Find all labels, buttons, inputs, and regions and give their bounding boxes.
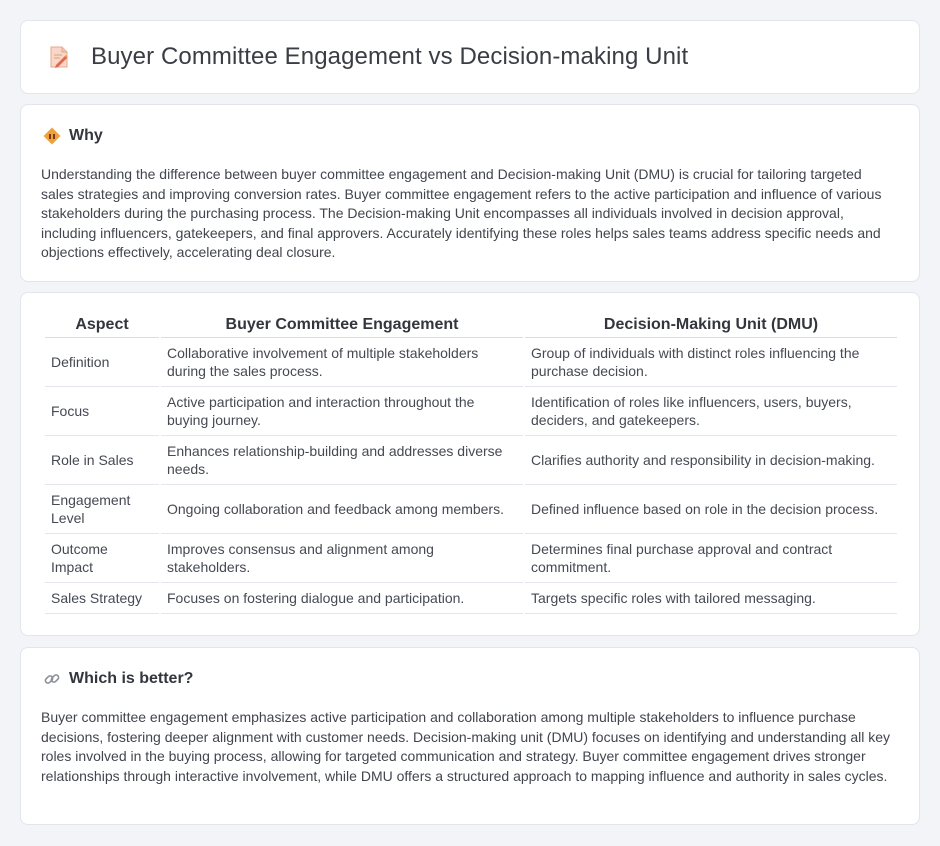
why-heading-row: Why <box>43 127 103 145</box>
table-row: Focus Active participation and interacti… <box>45 387 897 436</box>
table-cell: Outcome Impact <box>45 534 159 583</box>
table-row: Sales Strategy Focuses on fostering dial… <box>45 583 897 614</box>
table-row: Definition Collaborative involvement of … <box>45 338 897 387</box>
table-cell: Defined influence based on role in the d… <box>525 485 897 534</box>
table-cell: Engagement Level <box>45 485 159 534</box>
comparison-table: Aspect Buyer Committee Engagement Decisi… <box>43 315 899 614</box>
table-cell: Group of individuals with distinct roles… <box>525 338 897 387</box>
header-buyer-committee: Buyer Committee Engagement <box>161 315 523 338</box>
table-cell: Determines final purchase approval and c… <box>525 534 897 583</box>
table-cell: Role in Sales <box>45 436 159 485</box>
why-section: Why Understanding the difference between… <box>20 104 920 282</box>
table-cell: Active participation and interaction thr… <box>161 387 523 436</box>
table-cell: Identification of roles like influencers… <box>525 387 897 436</box>
why-text: Understanding the difference between buy… <box>41 166 882 261</box>
comparison-section: Aspect Buyer Committee Engagement Decisi… <box>20 292 920 636</box>
table-cell: Focuses on fostering dialogue and partic… <box>161 583 523 614</box>
table-row: Role in Sales Enhances relationship-buil… <box>45 436 897 485</box>
page-title: Buyer Committee Engagement vs Decision-m… <box>91 43 689 70</box>
header-dmu: Decision-Making Unit (DMU) <box>525 315 897 338</box>
better-heading-row: Which is better? <box>43 670 193 688</box>
table-cell: Definition <box>45 338 159 387</box>
table-cell: Sales Strategy <box>45 583 159 614</box>
table-cell: Clarifies authority and responsibility i… <box>525 436 897 485</box>
which-is-better-section: Which is better? Buyer committee engagem… <box>20 647 920 825</box>
link-icon <box>43 670 61 688</box>
table-row: Engagement Level Ongoing collaboration a… <box>45 485 897 534</box>
document-pencil-icon <box>47 45 71 69</box>
title-row: Buyer Committee Engagement vs Decision-m… <box>47 43 688 71</box>
diamond-info-icon <box>43 127 61 145</box>
table-header-row: Aspect Buyer Committee Engagement Decisi… <box>45 315 897 338</box>
table-cell: Enhances relationship-building and addre… <box>161 436 523 485</box>
table-cell: Targets specific roles with tailored mes… <box>525 583 897 614</box>
table-cell: Improves consensus and alignment among s… <box>161 534 523 583</box>
title-card: Buyer Committee Engagement vs Decision-m… <box>20 20 920 94</box>
table-cell: Collaborative involvement of multiple st… <box>161 338 523 387</box>
better-heading: Which is better? <box>69 670 194 687</box>
table-cell: Focus <box>45 387 159 436</box>
table-cell: Ongoing collaboration and feedback among… <box>161 485 523 534</box>
better-text: Buyer committee engagement emphasizes ac… <box>41 709 890 784</box>
why-heading: Why <box>69 127 103 144</box>
header-aspect: Aspect <box>45 315 159 338</box>
table-row: Outcome Impact Improves consensus and al… <box>45 534 897 583</box>
